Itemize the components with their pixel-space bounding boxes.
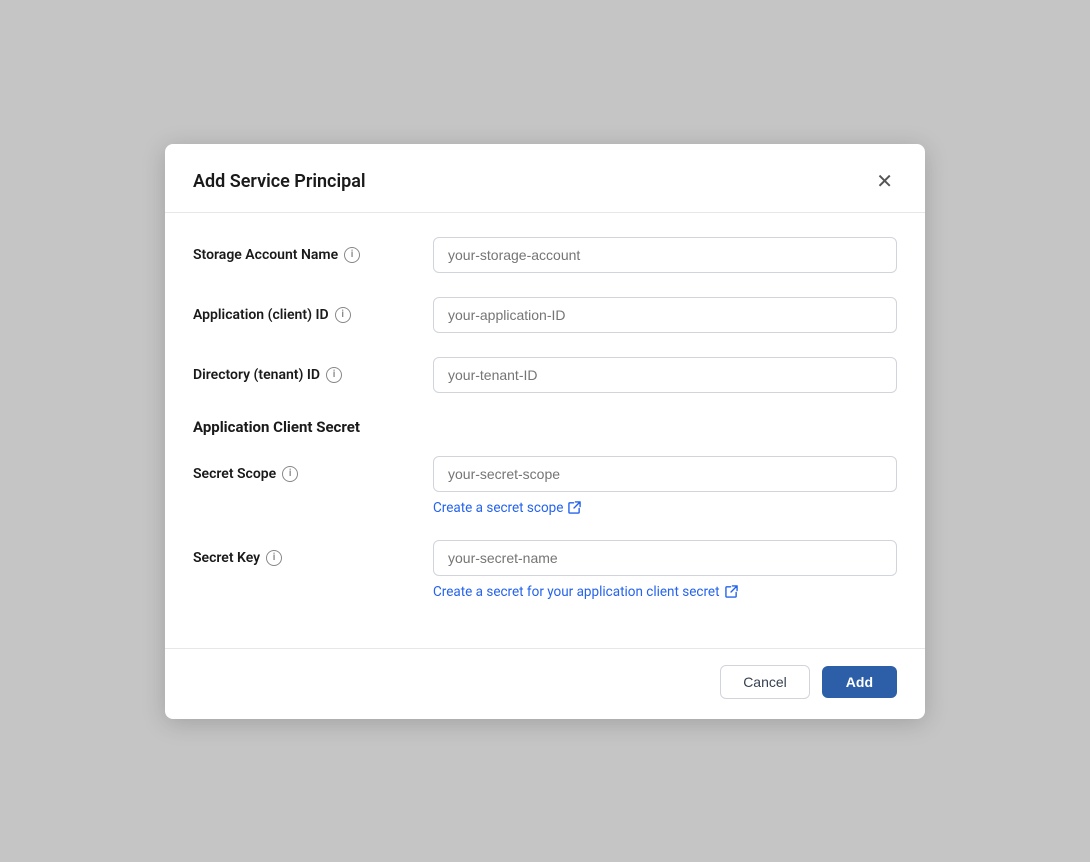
secret-key-input-col: Create a secret for your application cli… xyxy=(433,540,897,600)
secret-scope-row: Secret Scope i Create a secret scope xyxy=(193,456,897,516)
create-secret-scope-link[interactable]: Create a secret scope xyxy=(433,500,581,516)
application-client-id-label: Application (client) ID i xyxy=(193,307,433,323)
application-client-id-input-col xyxy=(433,297,897,333)
secret-scope-input[interactable] xyxy=(433,456,897,492)
external-link-icon xyxy=(568,501,581,514)
secret-key-input[interactable] xyxy=(433,540,897,576)
application-client-secret-section: Application Client Secret xyxy=(193,417,897,436)
storage-account-label: Storage Account Name i xyxy=(193,247,433,263)
secret-scope-label-col: Secret Scope i xyxy=(193,456,433,482)
create-secret-scope-link-text: Create a secret scope xyxy=(433,500,563,516)
secret-key-label-col: Secret Key i xyxy=(193,540,433,566)
directory-tenant-id-label: Directory (tenant) ID i xyxy=(193,367,433,383)
directory-tenant-id-row: Directory (tenant) ID i xyxy=(193,357,897,393)
external-link-icon-2 xyxy=(725,585,738,598)
modal-overlay: Add Service Principal ✕ Storage Account … xyxy=(0,0,1090,862)
directory-tenant-id-info-icon[interactable]: i xyxy=(326,367,342,383)
modal-body: Storage Account Name i Application (clie… xyxy=(165,213,925,640)
secret-key-label: Secret Key i xyxy=(193,550,433,566)
create-secret-key-link-text: Create a secret for your application cli… xyxy=(433,584,720,600)
storage-account-row: Storage Account Name i xyxy=(193,237,897,273)
storage-account-input[interactable] xyxy=(433,237,897,273)
close-button[interactable]: ✕ xyxy=(872,168,897,196)
secret-key-info-icon[interactable]: i xyxy=(266,550,282,566)
create-secret-key-link[interactable]: Create a secret for your application cli… xyxy=(433,584,738,600)
secret-scope-label: Secret Scope i xyxy=(193,466,433,482)
dialog: Add Service Principal ✕ Storage Account … xyxy=(165,144,925,719)
storage-account-input-col xyxy=(433,237,897,273)
secret-key-row: Secret Key i Create a secret for your ap… xyxy=(193,540,897,600)
application-client-id-label-col: Application (client) ID i xyxy=(193,297,433,323)
secret-scope-input-col: Create a secret scope xyxy=(433,456,897,516)
modal-header: Add Service Principal ✕ xyxy=(165,144,925,213)
application-client-id-row: Application (client) ID i xyxy=(193,297,897,333)
application-client-id-info-icon[interactable]: i xyxy=(335,307,351,323)
modal-title: Add Service Principal xyxy=(193,171,366,192)
secret-scope-info-icon[interactable]: i xyxy=(282,466,298,482)
add-button[interactable]: Add xyxy=(822,666,897,698)
modal-footer: Cancel Add xyxy=(165,648,925,719)
application-client-id-input[interactable] xyxy=(433,297,897,333)
storage-account-label-col: Storage Account Name i xyxy=(193,237,433,263)
directory-tenant-id-input[interactable] xyxy=(433,357,897,393)
directory-tenant-id-input-col xyxy=(433,357,897,393)
close-icon: ✕ xyxy=(876,172,893,192)
storage-account-info-icon[interactable]: i xyxy=(344,247,360,263)
cancel-button[interactable]: Cancel xyxy=(720,665,810,699)
application-client-secret-label: Application Client Secret xyxy=(193,418,360,436)
directory-tenant-id-label-col: Directory (tenant) ID i xyxy=(193,357,433,383)
